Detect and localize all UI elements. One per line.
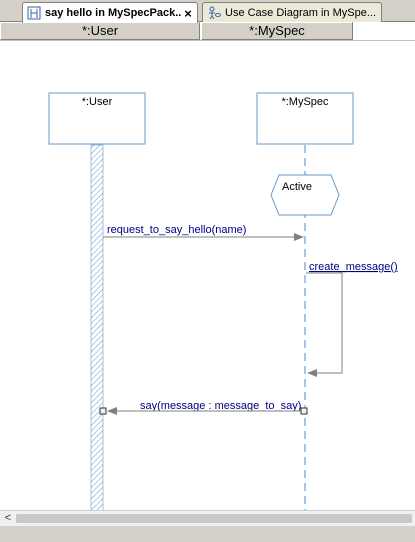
user-activation-bar xyxy=(90,144,104,511)
message-label: say(message : message_to_say) xyxy=(140,400,301,412)
state-label: Active xyxy=(282,181,312,193)
message-source-handle[interactable] xyxy=(300,407,308,415)
scrollbar-thumb[interactable] xyxy=(16,514,412,523)
lifeline-user[interactable]: *:User xyxy=(48,92,146,145)
editor-tab-strip: say hello in MySpecPack... × Use Case Di… xyxy=(0,0,415,23)
tab-label: Use Case Diagram in MySpe... xyxy=(225,6,376,19)
use-case-diagram-icon xyxy=(209,6,221,19)
tab-use-case-diagram[interactable]: Use Case Diagram in MySpe... xyxy=(202,2,382,22)
lifeline-header-user[interactable]: *:User xyxy=(0,22,200,40)
bottom-border xyxy=(0,526,415,542)
close-icon[interactable]: × xyxy=(181,6,195,21)
state-invariant-active[interactable]: Active xyxy=(270,174,340,216)
lifeline-myspec[interactable]: *:MySpec xyxy=(256,92,354,145)
message-create-message[interactable]: create_message() xyxy=(306,261,398,377)
message-request-to-say-hello[interactable]: request_to_say_hello(name) xyxy=(103,224,304,241)
sequence-diagram-icon xyxy=(27,6,41,20)
scroll-left-icon[interactable]: < xyxy=(2,511,14,527)
message-label: create_message() xyxy=(309,261,398,273)
message-target-handle[interactable] xyxy=(99,407,107,415)
horizontal-scrollbar[interactable]: < xyxy=(0,510,415,526)
lifeline-user-label: *:User xyxy=(82,96,113,108)
tab-label: say hello in MySpecPack... xyxy=(45,7,181,19)
tab-say-hello[interactable]: say hello in MySpecPack... × xyxy=(22,2,198,23)
sequence-diagram-canvas[interactable]: *:User *:MySpec Active request_to_say_he… xyxy=(0,40,415,511)
message-label: request_to_say_hello(name) xyxy=(107,224,246,236)
message-say[interactable]: say(message : message_to_say) xyxy=(99,400,308,415)
sequence-diagram: *:User *:MySpec Active request_to_say_he… xyxy=(48,92,398,511)
lifeline-myspec-label: *:MySpec xyxy=(281,96,329,108)
lifeline-header-myspec[interactable]: *:MySpec xyxy=(201,22,353,40)
lifeline-header-row: *:User *:MySpec xyxy=(0,22,415,40)
